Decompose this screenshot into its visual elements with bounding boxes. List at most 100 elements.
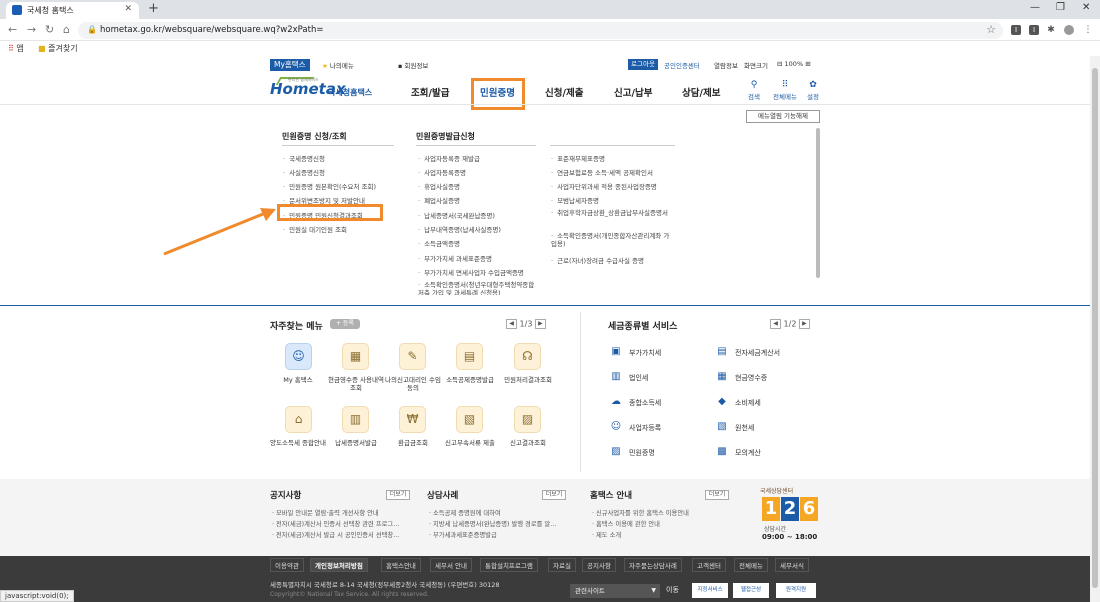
favorite-label[interactable]: 민원처리결과조회	[498, 376, 558, 384]
menu-item[interactable]: 사업자단위과세 적용 종된사업장증명	[551, 181, 657, 191]
favorite-label[interactable]: 신고결과조회	[498, 439, 558, 447]
favorite-label[interactable]: 소득공제증명발급	[440, 376, 500, 384]
consult-item[interactable]: 소득공제 증명원에 대하여	[429, 508, 501, 517]
guide-item[interactable]: 홈택스 이용에 관한 안내	[592, 519, 660, 528]
tax-service-link[interactable]: 민원증명	[629, 448, 655, 458]
prev-page-icon[interactable]: ◀	[770, 319, 781, 329]
notice-more-button[interactable]: 더보기	[386, 490, 410, 500]
menu-item[interactable]: 표준재무제표증명	[551, 153, 605, 163]
document-edit-icon[interactable]: ✎	[399, 343, 426, 370]
favorite-label[interactable]: 납세증명서발급	[326, 439, 386, 447]
favorite-label[interactable]: 양도소득세 종합안내	[268, 439, 328, 447]
badge-designated[interactable]: 지정서비스	[692, 583, 728, 598]
nav-consult[interactable]: 상담/제보	[682, 85, 720, 99]
receipt-icon[interactable]: ▦	[342, 343, 369, 370]
diamond-icon[interactable]: ◆	[715, 396, 729, 408]
new-tab-icon[interactable]: +	[148, 1, 159, 16]
submit-icon[interactable]: ▧	[456, 406, 483, 433]
tax-service-link[interactable]: 사업자등록	[629, 423, 661, 433]
tax-service-link[interactable]: 법인세	[629, 373, 648, 383]
menu-item[interactable]: 소득금액증명	[418, 238, 460, 248]
menu-item[interactable]: 민원실 대기인원 조회	[283, 224, 347, 234]
person-icon[interactable]: ☺	[285, 343, 312, 370]
income-icon[interactable]: ☁	[609, 396, 623, 408]
menu-item[interactable]: 사업자등록증명	[418, 167, 466, 177]
go-button[interactable]: 이동	[666, 585, 679, 595]
prev-page-icon[interactable]: ◀	[506, 319, 517, 329]
favorites-bookmark[interactable]: ■ 즐겨찾기	[38, 43, 78, 54]
badge-accessibility[interactable]: 웹접근성	[733, 583, 769, 598]
menu-item[interactable]: 소득확인증명서(개인종합자산관리계좌 가입용)	[551, 232, 673, 248]
settings-button[interactable]: ✿ 설정	[802, 80, 824, 101]
window-close-icon[interactable]: ✕	[1082, 2, 1090, 13]
nav-application[interactable]: 신청/제출	[545, 85, 583, 99]
favorite-label[interactable]: My 홈택스	[268, 376, 328, 384]
favorites-add-button[interactable]: + 등록	[330, 319, 360, 329]
all-menu-button[interactable]: ⠿ 전체메뉴	[770, 80, 800, 101]
footer-link[interactable]: 공지사항	[582, 558, 616, 572]
guide-item[interactable]: 신규사업자를 위한 홈택스 이용안내	[592, 508, 689, 517]
browser-info-link[interactable]: 열람정보	[714, 60, 738, 70]
footer-link[interactable]: 세무서식	[775, 558, 809, 572]
puzzle-icon[interactable]: ✱	[1046, 25, 1056, 35]
back-icon[interactable]: ←	[8, 23, 17, 36]
page-scrollbar[interactable]	[1090, 56, 1100, 602]
cert-center-link[interactable]: 공인인증센터	[664, 60, 700, 70]
menu-item[interactable]: 소득확인증명서(청년우대형주택청약종합저축 가입 및 과세특례 신청용)	[418, 281, 538, 295]
corp-icon[interactable]: ▥	[609, 371, 623, 383]
registration-icon[interactable]: ☺	[609, 421, 623, 433]
related-sites-select[interactable]: 관련사이트 ▼	[570, 584, 660, 598]
logout-button[interactable]: 로그아웃	[628, 59, 658, 70]
reload-icon[interactable]: ↻	[45, 23, 54, 36]
url-field[interactable]: 🔒 hometax.go.kr/websquare/websquare.wq?w…	[78, 22, 1003, 39]
vat-icon[interactable]: ▣	[609, 346, 623, 358]
menu-item[interactable]: 휴업사실증명	[418, 181, 460, 191]
menu-pin-button[interactable]: 메뉴열림 기능해제	[746, 110, 820, 123]
forward-icon[interactable]: →	[27, 23, 36, 36]
invoice-icon[interactable]: ▤	[715, 346, 729, 358]
menu-scrollbar[interactable]	[816, 128, 820, 278]
favorite-label[interactable]: 현금영수증 사용내역조회	[326, 376, 386, 392]
kebab-menu-icon[interactable]: ⋮	[1083, 25, 1093, 35]
nav-inquiry[interactable]: 조회/발급	[411, 85, 449, 99]
tax-service-link[interactable]: 현금영수증	[735, 373, 767, 383]
zoom-control[interactable]: ⊟ 100% ⊞	[777, 60, 811, 68]
my-menu-link[interactable]: ★ 나의메뉴	[322, 60, 354, 70]
tax-service-link[interactable]: 모의계산	[735, 448, 761, 458]
menu-item[interactable]: 사업자등록증 재발급	[418, 153, 480, 163]
menu-item[interactable]: 민원증명 원본확인(수요처 조회)	[283, 181, 376, 191]
footer-link[interactable]: 고객센터	[692, 558, 726, 572]
favorite-label[interactable]: 신고부속서류 제출	[440, 439, 500, 447]
footer-link[interactable]: 자료실	[548, 558, 576, 572]
tax-service-link[interactable]: 부가가치세	[629, 348, 661, 358]
tax-service-link[interactable]: 소비제세	[735, 398, 761, 408]
maximize-icon[interactable]: ❐	[1056, 2, 1065, 13]
menu-item[interactable]: 근로(자녀)장려금 수급사실 증명	[551, 255, 644, 265]
profile-icon[interactable]	[1064, 25, 1074, 35]
menu-item[interactable]: 모범납세자증명	[551, 195, 599, 205]
tax-service-link[interactable]: 원천세	[735, 423, 754, 433]
call-center-banner[interactable]: 국세상담센터 126 상담시간 09:00 ~ 18:00	[760, 486, 822, 546]
notice-item[interactable]: 전자(세금)계산서 인증서 선택창 관련 프로그...	[272, 519, 399, 528]
next-page-icon[interactable]: ▶	[534, 319, 546, 329]
apps-bookmark[interactable]: ⠿ 앱	[8, 43, 24, 54]
refund-icon[interactable]: ₩	[399, 406, 426, 433]
close-tab-icon[interactable]: ✕	[124, 4, 132, 14]
footer-link[interactable]: 세무서 안내	[430, 558, 472, 572]
scrollbar-thumb[interactable]	[1092, 68, 1098, 588]
withholding-icon[interactable]: ▧	[715, 421, 729, 433]
menu-item[interactable]: 부가가치세 면세사업자 수입금액증명	[418, 267, 524, 277]
next-page-icon[interactable]: ▶	[798, 319, 810, 329]
document-icon[interactable]: ▥	[342, 406, 369, 433]
menu-item[interactable]: 폐업사실증명	[418, 195, 460, 205]
footer-link-privacy[interactable]: 개인정보처리방침	[310, 558, 368, 572]
extension-icon[interactable]: I	[1029, 25, 1039, 35]
notice-item[interactable]: 모바일 안내문 열람·출력 개선사항 안내	[272, 508, 379, 517]
zoom-out-icon[interactable]: ⊟	[777, 60, 782, 68]
menu-item[interactable]: 연금보험료등 소득·세액 공제확인서	[551, 167, 653, 177]
headset-icon[interactable]: ☊	[514, 343, 541, 370]
hometax-logo[interactable]: 편리한 납세서비스 Hometax 국세청홈택스	[270, 77, 380, 102]
footer-link[interactable]: 전체메뉴	[734, 558, 768, 572]
menu-item[interactable]: 취업후학자금상환_상환금납부사실증명서	[551, 209, 673, 217]
calculator-icon[interactable]: ▩	[715, 446, 729, 458]
